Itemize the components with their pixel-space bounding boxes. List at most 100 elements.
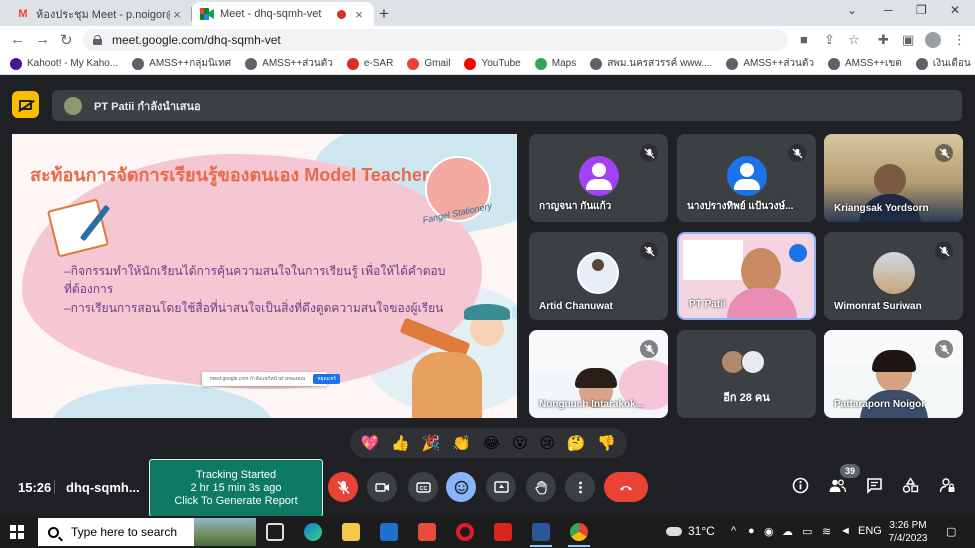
- address-bar[interactable]: meet.google.com/dhq-sqmh-vet: [83, 29, 788, 51]
- more-vert-icon: [578, 481, 582, 493]
- tray-app-icon[interactable]: ◉: [764, 525, 774, 538]
- reaction-emoji[interactable]: 😂: [483, 434, 501, 452]
- close-tab-icon[interactable]: ×: [352, 7, 366, 22]
- meeting-code[interactable]: dhq-sqmh...: [66, 480, 140, 495]
- bookmark-item[interactable]: Gmail: [407, 57, 451, 70]
- bookmark-label: สพม.นครสวรรค์ www....: [607, 58, 713, 69]
- raise-hand-button[interactable]: [526, 472, 556, 502]
- restore-icon[interactable]: ❐: [916, 3, 927, 17]
- participant-tile[interactable]: Pattaraporn Noigor: [824, 330, 963, 418]
- tracking-report-button[interactable]: Tracking Started 2 hr 15 min 3s ago Clic…: [149, 459, 323, 517]
- acrobat-icon[interactable]: [494, 523, 512, 541]
- menu-icon[interactable]: ⋮: [953, 32, 966, 48]
- more-options-button[interactable]: [565, 472, 595, 502]
- wps-office-icon[interactable]: [418, 523, 436, 541]
- language-indicator[interactable]: ENG: [858, 525, 882, 537]
- others-tile[interactable]: อีก 28 คน: [677, 330, 816, 418]
- captions-button[interactable]: CC: [408, 472, 438, 502]
- chrome-icon[interactable]: [570, 523, 588, 541]
- bookmark-item[interactable]: e-SAR: [346, 57, 393, 70]
- star-icon[interactable]: ☆: [848, 32, 860, 48]
- bookmark-item[interactable]: Maps: [534, 57, 576, 70]
- extensions-icon[interactable]: ✚: [878, 32, 889, 48]
- windows-start-icon[interactable]: [10, 525, 24, 539]
- reaction-emoji[interactable]: 🎉: [422, 434, 441, 452]
- participant-tile-speaking[interactable]: PT Patii: [677, 232, 816, 320]
- active-app-indicator: [568, 545, 590, 547]
- cloud-icon[interactable]: ☁: [782, 525, 793, 538]
- participant-tile[interactable]: Artid Chanuwat: [529, 232, 668, 320]
- taskbar-clock[interactable]: 3:26 PM 7/4/2023: [888, 519, 928, 545]
- participant-tile[interactable]: Kriangsak Yordsorn: [824, 134, 963, 222]
- leave-call-button[interactable]: [604, 472, 648, 502]
- bookmark-label: Gmail: [424, 58, 451, 69]
- bookmark-item[interactable]: AMSS++ส่วนตัว: [245, 56, 333, 71]
- bookmark-item[interactable]: YouTube: [464, 57, 521, 70]
- emoji-reaction-button[interactable]: [446, 472, 476, 502]
- bookmark-item[interactable]: AMSS++เขต: [828, 56, 902, 71]
- task-view-icon[interactable]: [266, 523, 284, 541]
- screen-share-off-icon: [19, 99, 32, 110]
- presentation-indicator-button[interactable]: [12, 91, 39, 118]
- new-tab-icon[interactable]: +: [379, 4, 389, 24]
- camera-toggle-button[interactable]: [367, 472, 397, 502]
- bookmark-item[interactable]: Kahoot! - My Kaho...: [10, 57, 118, 70]
- reaction-emoji[interactable]: 👎: [597, 434, 616, 452]
- close-window-icon[interactable]: ✕: [950, 3, 960, 17]
- people-button[interactable]: [829, 477, 847, 499]
- back-icon[interactable]: ←: [10, 31, 25, 48]
- reaction-emoji[interactable]: 😢: [540, 434, 556, 452]
- chat-button[interactable]: [866, 477, 883, 499]
- participant-tile[interactable]: นางปรางทิพย์ แป้นวงษ์...: [677, 134, 816, 222]
- meeting-time: 15:26: [18, 480, 52, 495]
- slide-control-icon[interactable]: ⚡: [512, 306, 517, 319]
- participant-name: Wimonrat Suriwan: [834, 301, 922, 312]
- edge-icon[interactable]: [304, 523, 322, 541]
- close-tab-icon[interactable]: ×: [170, 7, 184, 22]
- minimize-icon[interactable]: ─: [884, 3, 893, 17]
- profile-avatar[interactable]: [925, 32, 941, 48]
- volume-icon[interactable]: ◄: [840, 525, 851, 537]
- participant-tile[interactable]: กาญจนา กันแก้ว: [529, 134, 668, 222]
- battery-icon[interactable]: ▭: [802, 525, 812, 538]
- word-icon[interactable]: [532, 523, 550, 541]
- opera-icon[interactable]: [456, 523, 474, 541]
- present-screen-button[interactable]: [486, 472, 516, 502]
- meeting-details-button[interactable]: [792, 477, 809, 499]
- activities-button[interactable]: [902, 477, 919, 499]
- camera-indicator-icon[interactable]: ■: [800, 32, 808, 47]
- reaction-emoji[interactable]: 😮: [512, 434, 528, 452]
- tab-search-icon[interactable]: ⌄: [847, 3, 857, 17]
- participant-name: Artid Chanuwat: [539, 301, 613, 312]
- microphone-toggle-button[interactable]: [328, 472, 358, 502]
- reaction-emoji[interactable]: 💖: [361, 434, 380, 452]
- mail-icon[interactable]: [380, 523, 398, 541]
- bookmark-item[interactable]: AMSS++ส่วนตัว: [726, 56, 814, 71]
- forward-icon[interactable]: →: [35, 31, 50, 48]
- tab-meet[interactable]: Meet - dhq-sqmh-vet ×: [192, 2, 374, 26]
- participant-tile[interactable]: Nongnuch Intarakok...: [529, 330, 668, 418]
- reaction-emoji[interactable]: 👍: [391, 434, 410, 452]
- mic-off-icon: [935, 340, 953, 358]
- globe-icon: [915, 57, 928, 70]
- bookmark-item[interactable]: สพม.นครสวรรค์ www....: [590, 56, 712, 71]
- wifi-icon[interactable]: ≋: [822, 525, 831, 538]
- tray-chevron-icon[interactable]: ^: [731, 525, 736, 537]
- reload-icon[interactable]: ↻: [60, 31, 73, 49]
- notifications-icon[interactable]: ▢: [946, 525, 956, 538]
- weather-widget[interactable]: 31°C: [666, 522, 715, 538]
- line-app-icon[interactable]: ●: [748, 525, 755, 537]
- mic-off-icon: [640, 242, 658, 260]
- taskbar-search-box[interactable]: Type here to search: [38, 518, 256, 546]
- host-controls-button[interactable]: [939, 477, 956, 499]
- reaction-emoji[interactable]: 👏: [452, 434, 471, 452]
- reaction-emoji[interactable]: 🤔: [567, 434, 586, 452]
- file-explorer-icon[interactable]: [342, 523, 360, 541]
- share-icon[interactable]: ⇪: [824, 32, 835, 48]
- bookmark-item[interactable]: เงินเดือน: [915, 56, 971, 71]
- stop-share-button[interactable]: หยุดแชร์: [313, 374, 341, 384]
- tab-gmail[interactable]: M ห้องประชุม Meet - p.noigor@gmai ×: [8, 2, 192, 26]
- participant-tile[interactable]: Wimonrat Suriwan: [824, 232, 963, 320]
- side-panel-icon[interactable]: ▣: [902, 32, 914, 48]
- bookmark-item[interactable]: AMSS++กลุ่มนิเทศ: [132, 56, 231, 71]
